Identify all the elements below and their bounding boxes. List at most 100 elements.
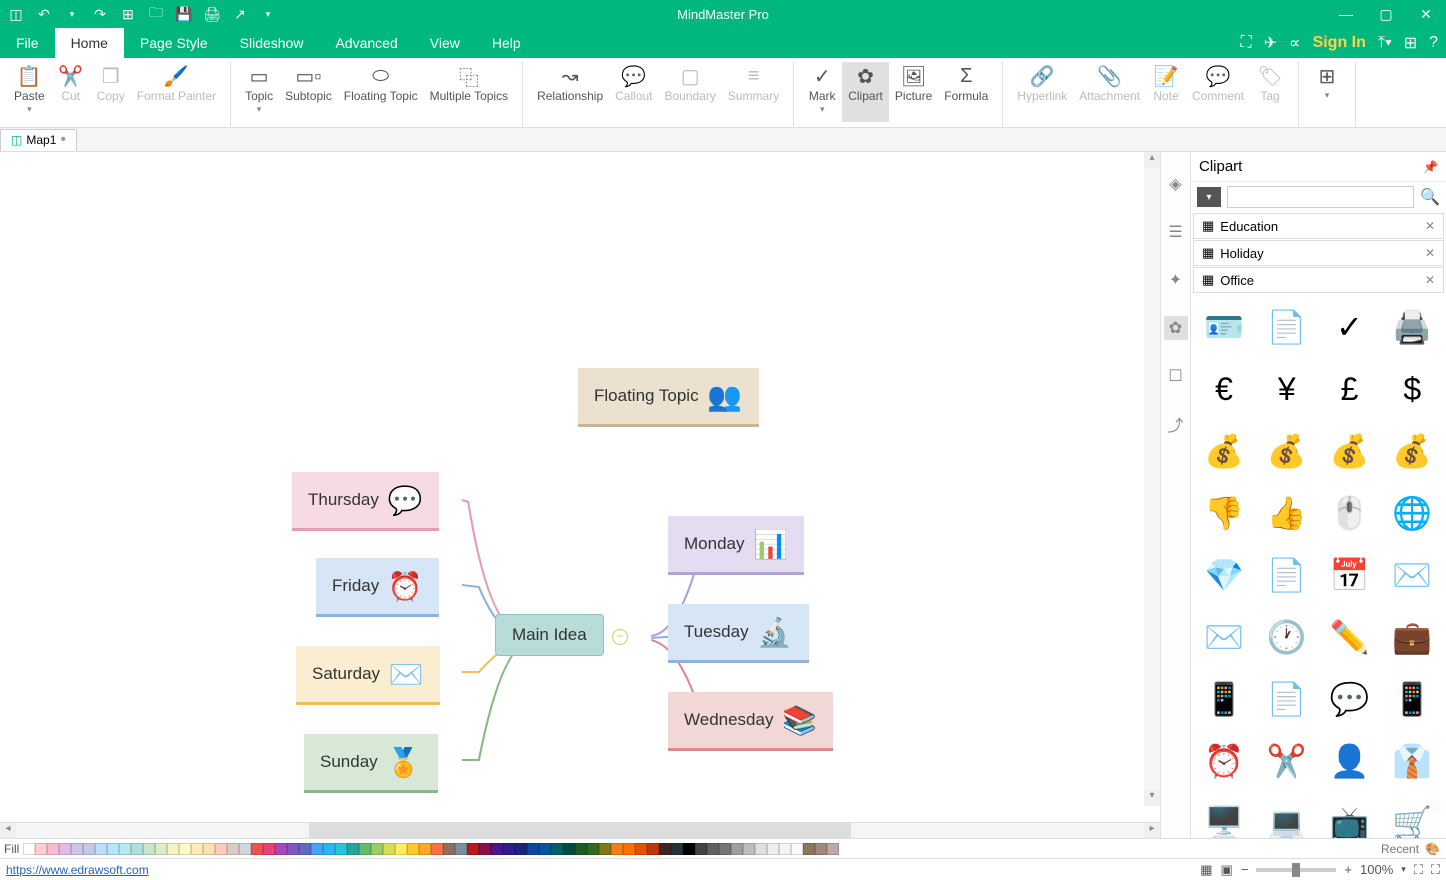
clipart-item-18[interactable]: 📅 [1325,550,1375,600]
color-swatch[interactable] [791,843,803,855]
color-swatch[interactable] [815,843,827,855]
node-wednesday[interactable]: Wednesday📚 [668,692,833,751]
menu-tab-page-style[interactable]: Page Style [124,28,224,58]
undo-icon[interactable]: ↶ [36,6,52,22]
color-swatch[interactable] [131,843,143,855]
fit-page-icon[interactable]: ⛶ [1414,862,1423,878]
print-icon[interactable]: 🖨 [204,6,220,22]
qat-dropdown-icon[interactable]: ▾ [260,6,276,22]
color-swatch[interactable] [755,843,767,855]
menu-tab-slideshow[interactable]: Slideshow [224,28,320,58]
clipart-item-11[interactable]: 💰 [1387,426,1437,476]
footer-link[interactable]: https://www.edrawsoft.com [6,863,149,877]
floating-topic-node[interactable]: Floating Topic 👥 [578,368,759,427]
clipart-item-30[interactable]: 👤 [1325,736,1375,786]
color-swatch[interactable] [503,843,515,855]
clipart-item-1[interactable]: 📄 [1262,302,1312,352]
color-swatch[interactable] [287,843,299,855]
color-swatch[interactable] [647,843,659,855]
color-picker-icon[interactable]: 🎨 [1425,842,1446,856]
color-swatch[interactable] [203,843,215,855]
node-friday[interactable]: Friday⏰ [316,558,439,617]
color-swatch[interactable] [671,843,683,855]
search-icon[interactable]: 🔍 [1420,187,1440,207]
color-swatch[interactable] [611,843,623,855]
color-swatch[interactable] [623,843,635,855]
category-office[interactable]: ▦Office✕ [1193,267,1444,293]
clipart-item-33[interactable]: 💻 [1262,798,1312,838]
color-swatch[interactable] [683,843,695,855]
theme-tab-icon[interactable]: ◈ [1164,172,1188,196]
clipart-item-8[interactable]: 💰 [1199,426,1249,476]
scroll-up-icon[interactable]: ▴ [1144,152,1160,168]
clipart-item-17[interactable]: 📄 [1262,550,1312,600]
maximize-icon[interactable]: ▢ [1366,0,1406,28]
color-swatch[interactable] [155,843,167,855]
node-tuesday[interactable]: Tuesday🔬 [668,604,809,663]
more-button[interactable]: ⊞▾ [1307,62,1347,122]
color-swatch[interactable] [107,843,119,855]
color-swatch[interactable] [143,843,155,855]
zoom-in-icon[interactable]: + [1344,862,1352,877]
clipart-item-22[interactable]: ✏️ [1325,612,1375,662]
color-swatch[interactable] [83,843,95,855]
color-swatch[interactable] [95,843,107,855]
export-tab-icon[interactable]: ⤴ [1164,412,1188,436]
color-swatch[interactable] [347,843,359,855]
document-tab[interactable]: ◫ Map1 • [0,129,77,151]
close-icon[interactable]: ✕ [1406,0,1446,28]
clipart-item-15[interactable]: 🌐 [1387,488,1437,538]
menu-tab-file[interactable]: File [0,28,55,58]
folder-icon[interactable]: ▾ [1197,187,1221,207]
color-swatch[interactable] [431,843,443,855]
color-swatch[interactable] [239,843,251,855]
color-swatch[interactable] [191,843,203,855]
minimize-icon[interactable]: — [1326,0,1366,28]
clipart-item-26[interactable]: 💬 [1325,674,1375,724]
clipart-item-0[interactable]: 🪪 [1199,302,1249,352]
clipart-item-10[interactable]: 💰 [1325,426,1375,476]
clipart-item-7[interactable]: $ [1387,364,1437,414]
clipart-item-2[interactable]: ✓ [1325,302,1375,352]
color-swatch[interactable] [695,843,707,855]
color-swatch[interactable] [587,843,599,855]
export-icon[interactable]: ↗ [232,6,248,22]
close-category-icon[interactable]: ✕ [1425,219,1435,233]
redo-icon[interactable]: ↷ [92,6,108,22]
menu-tab-help[interactable]: Help [476,28,537,58]
undo-dropdown-icon[interactable]: ▾ [64,6,80,22]
clipart-item-12[interactable]: 👎 [1199,488,1249,538]
node-sunday[interactable]: Sunday🏅 [304,734,438,793]
horizontal-scrollbar[interactable]: ◂ ▸ [0,822,1160,838]
canvas-area[interactable]: ▴ ▾ Floating Topic 👥 Main Ide [0,152,1160,838]
pin-icon[interactable]: 📌 [1423,160,1438,174]
color-swatch[interactable] [359,843,371,855]
color-swatch[interactable] [323,843,335,855]
color-swatch[interactable] [779,843,791,855]
clipart-item-16[interactable]: 💎 [1199,550,1249,600]
clipart-item-20[interactable]: ✉️ [1199,612,1249,662]
node-thursday[interactable]: Thursday💬 [292,472,439,531]
tshirt-icon[interactable]: ⤒▾ [1378,34,1392,52]
color-swatch[interactable] [599,843,611,855]
close-category-icon[interactable]: ✕ [1425,246,1435,260]
clipart-item-14[interactable]: 🖱️ [1325,488,1375,538]
color-swatch[interactable] [803,843,815,855]
picture-button[interactable]: 🖼Picture [889,62,938,122]
color-swatch[interactable] [719,843,731,855]
clipart-item-9[interactable]: 💰 [1262,426,1312,476]
color-swatch[interactable] [119,843,131,855]
category-education[interactable]: ▦Education✕ [1193,213,1444,239]
sign-in-button[interactable]: Sign In [1313,34,1366,52]
menu-tab-advanced[interactable]: Advanced [319,28,413,58]
color-swatch[interactable] [251,843,263,855]
menu-tab-view[interactable]: View [414,28,476,58]
clipart-item-23[interactable]: 💼 [1387,612,1437,662]
clipart-item-21[interactable]: 🕐 [1262,612,1312,662]
send-icon[interactable]: ✈ [1264,33,1277,53]
search-input[interactable] [1227,186,1414,208]
multiple-topics-button[interactable]: ⿻Multiple Topics [424,62,514,122]
clipart-item-13[interactable]: 👍 [1262,488,1312,538]
page-width-icon[interactable]: ▣ [1221,862,1233,878]
color-swatch[interactable] [179,843,191,855]
